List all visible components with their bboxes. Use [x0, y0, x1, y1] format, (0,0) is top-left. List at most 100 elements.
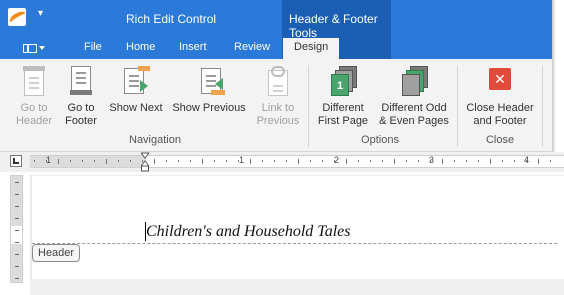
go-to-footer-icon — [65, 66, 97, 98]
close-header-footer-button[interactable]: ✕ Close Header and Footer — [462, 66, 538, 128]
group-label-options: Options — [361, 134, 399, 146]
show-next-icon — [120, 66, 152, 98]
ruler-tick — [358, 160, 359, 162]
chevron-down-icon — [39, 46, 45, 50]
page-bottom-edge — [30, 279, 564, 295]
ruler-tick — [118, 160, 119, 162]
indent-marker-icon[interactable] — [141, 152, 149, 172]
tab-stop-selector[interactable] — [10, 155, 22, 167]
ruler-tick — [15, 242, 19, 243]
group-separator — [457, 65, 458, 147]
app-logo-icon[interactable] — [8, 8, 26, 26]
ruler-tick — [430, 160, 431, 162]
ruler-tick — [214, 160, 215, 162]
show-next-button[interactable]: Show Next — [106, 66, 166, 115]
different-first-page-button[interactable]: 1 Different First Page — [314, 66, 372, 128]
link-to-previous-button[interactable]: Link to Previous — [252, 66, 304, 128]
ruler-tick — [346, 159, 347, 164]
ruler-tick — [15, 218, 19, 219]
ribbon-tabs-row — [0, 38, 552, 59]
ruler-tick — [15, 266, 19, 267]
go-to-footer-button[interactable]: Go to Footer — [58, 66, 104, 128]
tab-home[interactable]: Home — [126, 41, 155, 53]
ruler-tick — [46, 160, 47, 162]
ruler-tick — [142, 160, 143, 162]
tab-review[interactable]: Review — [234, 41, 270, 53]
link-to-previous-icon — [262, 66, 294, 98]
ruler-tick — [526, 160, 527, 162]
ruler-tick — [298, 159, 299, 164]
ruler-tick — [274, 160, 275, 162]
group-label-close: Close — [485, 134, 515, 146]
ruler-tick — [406, 160, 407, 162]
app-menu-icon — [23, 44, 37, 53]
header-text[interactable]: Children's and Household Tales — [146, 223, 350, 241]
title-bar — [0, 0, 552, 38]
ruler-tick — [442, 159, 443, 164]
page-number-badge: 1 — [331, 74, 349, 96]
header-region-tag: Header — [32, 244, 81, 262]
horizontal-ruler[interactable]: 1 1 2 3 4 — [30, 155, 564, 168]
ruler-tick — [202, 159, 203, 164]
show-previous-button[interactable]: Show Previous — [170, 66, 248, 115]
different-first-page-label-2: First Page — [317, 115, 369, 127]
ruler-tick — [382, 160, 383, 162]
group-separator — [308, 65, 309, 147]
ruler-tick — [262, 160, 263, 162]
different-odd-even-icon — [398, 66, 430, 98]
vertical-ruler[interactable] — [10, 175, 23, 283]
ruler-tick — [502, 160, 503, 162]
close-header-footer-label-1: Close Header — [466, 102, 534, 114]
ruler-tick — [130, 160, 131, 162]
ruler-tick — [166, 160, 167, 162]
contextual-tab-group-label: Header & Footer Tools — [282, 0, 391, 40]
ruler-tick — [286, 160, 287, 162]
ruler-tick — [394, 159, 395, 164]
tab-file[interactable]: File — [84, 41, 102, 53]
different-odd-even-button[interactable]: Different Odd & Even Pages — [376, 66, 452, 128]
ruler-tick — [178, 160, 179, 162]
window-title: Rich Edit Control — [126, 12, 217, 26]
ruler-tick — [58, 159, 59, 164]
ruler-tick — [106, 159, 107, 164]
ruler-tick — [310, 160, 311, 162]
close-x-icon: ✕ — [484, 66, 516, 98]
ruler-tick — [190, 160, 191, 162]
ruler-tick — [238, 160, 239, 162]
close-header-footer-label-2: and Footer — [473, 115, 527, 127]
go-to-header-button[interactable]: Go to Header — [6, 66, 62, 128]
different-odd-even-label-2: & Even Pages — [379, 115, 449, 127]
ruler-tick — [15, 278, 19, 279]
ruler-tick — [418, 160, 419, 162]
ruler-tick — [514, 160, 515, 162]
group-label-navigation: Navigation — [129, 134, 181, 146]
ruler-tick — [15, 194, 19, 195]
go-to-header-label-1: Go to — [20, 102, 48, 114]
header-boundary-line — [32, 243, 557, 244]
ruler-tick — [15, 206, 19, 207]
ruler-tick — [334, 160, 335, 162]
go-to-footer-label-1: Go to — [67, 102, 95, 114]
link-to-previous-label-1: Link to — [261, 102, 295, 114]
ruler-tick — [538, 159, 539, 164]
ruler-tick — [82, 160, 83, 162]
different-first-page-label-1: Different — [322, 102, 364, 114]
different-first-page-icon: 1 — [327, 66, 359, 98]
show-previous-icon — [193, 66, 225, 98]
ruler-tick — [226, 160, 227, 162]
ruler-tick — [94, 160, 95, 162]
tab-design[interactable]: Design — [283, 38, 340, 59]
ruler-tick — [466, 160, 467, 162]
application-menu-button[interactable] — [20, 40, 45, 56]
ruler-tick — [322, 160, 323, 162]
ruler-tick — [15, 254, 19, 255]
ruler-tick — [550, 160, 551, 162]
ruler-tick — [250, 159, 251, 164]
window-edge — [552, 0, 564, 152]
quick-access-toolbar-dropdown[interactable]: ▾ — [38, 8, 43, 19]
different-odd-even-label-1: Different Odd — [381, 102, 447, 114]
ruler-number: 1 — [239, 155, 245, 165]
ruler-tick — [70, 160, 71, 162]
go-to-footer-label-2: Footer — [65, 115, 97, 127]
tab-insert[interactable]: Insert — [179, 41, 207, 53]
